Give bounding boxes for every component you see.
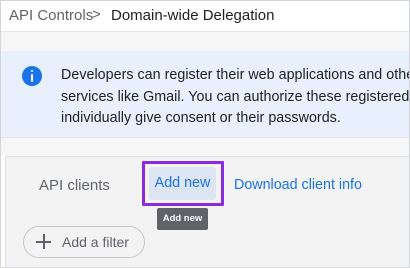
page-title: Domain-wide Delegation	[111, 7, 275, 24]
add-filter-button[interactable]: Add a filter	[23, 226, 145, 258]
page-background	[1, 32, 409, 51]
admin-console-frame: API Controls > Domain-wide Delegation De…	[0, 0, 410, 268]
breadcrumb: API Controls > Domain-wide Delegation	[1, 1, 409, 32]
add-new-tooltip: Add new	[157, 208, 208, 230]
chevron-right-icon: >	[92, 6, 101, 23]
info-text-line-2: services like Gmail. You can authorize t…	[61, 89, 410, 105]
info-banner: Developers can register their web applic…	[1, 51, 409, 138]
api-clients-title: API clients	[39, 177, 110, 194]
breadcrumb-api-controls[interactable]: API Controls	[9, 7, 93, 24]
download-client-info-link[interactable]: Download client info	[234, 177, 362, 193]
section-gap	[1, 138, 409, 156]
info-text-line-3: individually give consent or their passw…	[61, 110, 341, 126]
info-icon	[22, 66, 42, 86]
info-text-line-1: Developers can register their web applic…	[61, 67, 410, 83]
add-filter-label: Add a filter	[62, 234, 129, 250]
plus-icon	[36, 234, 51, 249]
api-clients-card: API clients Add new Download client info…	[5, 156, 409, 267]
add-new-button[interactable]: Add new	[149, 167, 216, 200]
